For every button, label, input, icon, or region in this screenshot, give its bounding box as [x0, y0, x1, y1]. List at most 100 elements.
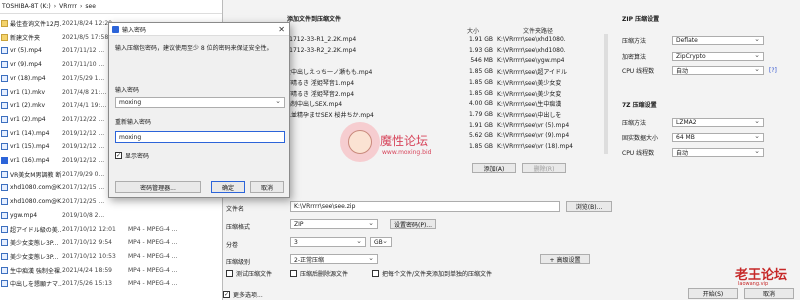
browse-button[interactable]: 浏览(B)...	[566, 201, 612, 212]
video-file-icon	[1, 239, 8, 247]
file-date: 2017/10/12 12:01	[62, 225, 116, 233]
dialog-cancel-button[interactable]: 取消	[250, 181, 284, 193]
more-options-label: 更多选项...	[233, 292, 263, 299]
repeat-password-input[interactable]: moxing	[115, 131, 285, 143]
file-row[interactable]: 超アイドル級の美... 2017/10/12 12:01 MP4 - MPEG-4 …	[0, 224, 222, 235]
add-button[interactable]: 添加(A)	[472, 163, 516, 173]
7z-cpu-select[interactable]: 自动	[672, 147, 764, 157]
list-scrollbar[interactable]	[604, 34, 608, 154]
file-row[interactable]: ygw.mp4 2019/10/8 2...	[0, 210, 222, 221]
level-select[interactable]: 2-正常压缩	[290, 254, 378, 264]
forum-watermark: 魔性论坛 www.moxing.bid	[340, 122, 460, 192]
file-date: 2017/10/12 9:54	[62, 239, 112, 247]
zip-cpu-label: CPU 线程数	[622, 68, 655, 75]
7z-method-select[interactable]: LZMA2	[672, 117, 764, 127]
format-select[interactable]: ZIP	[290, 219, 378, 229]
chevron-right-icon: ›	[80, 3, 83, 10]
dialog-ok-button[interactable]: 确定	[211, 181, 245, 193]
password-dialog: 输入密码 ✕ 输入压缩包密码，建议使用至少 8 位的密码来保证安全性。 输入密码…	[108, 22, 290, 198]
column-size[interactable]: 大小	[467, 26, 479, 35]
add-file-row[interactable]: 人並精孕ませSEX 桜井ちか.mp4 1.79 GB K:\VRrrrr\see\中…	[285, 110, 605, 119]
separate-archive-label: 把每个文件/文件夹添加到单独的压缩文件	[382, 271, 493, 278]
add-file-path: K:\VRrrrr\see\超アイドル	[497, 69, 568, 77]
more-options-checkbox[interactable]: ✓ 更多选项...	[223, 290, 263, 299]
breadcrumb-drive[interactable]: TOSHIBA-8T (K:)	[2, 3, 51, 10]
zip-method-select[interactable]: Deflate	[672, 35, 764, 45]
file-name: VR美女M男調教 断...	[10, 171, 62, 179]
add-file-path: K:\VRrrrr\see\vr (18).mp4	[497, 143, 573, 150]
chevron-right-icon: ›	[53, 3, 57, 10]
file-name: xhd1080.com@K...	[10, 198, 62, 206]
volume-size-input[interactable]: 3	[290, 237, 366, 247]
add-file-name: 強制中出しSEX.mp4	[285, 101, 343, 109]
video-file-icon	[1, 61, 8, 69]
zip-cpu-select[interactable]: 自动	[672, 65, 764, 75]
format-label: 压缩格式	[226, 224, 251, 231]
7z-dict-label: 固实数据大小	[622, 135, 659, 142]
file-name: 美少女変態レ3P...	[10, 253, 59, 261]
7z-cpu-label: CPU 线程数	[622, 150, 655, 157]
dialog-titlebar[interactable]: 输入密码	[109, 23, 289, 36]
add-file-name: 市晴るき 淫姫琴音1.mp4	[285, 79, 355, 87]
file-name: 美少女変態レ3P...	[10, 240, 59, 248]
file-row[interactable]: 中出しを懇願ナマ... 2017/5/26 15:13 MP4 - MPEG-4 .…	[0, 278, 222, 289]
breadcrumb-folder[interactable]: VRrrrr	[59, 3, 77, 10]
checkbox-icon	[372, 270, 379, 277]
watermark-text: 魔性论坛	[380, 134, 429, 148]
breadcrumb[interactable]: TOSHIBA-8T (K:) › VRrrrr › see	[0, 0, 222, 14]
start-button[interactable]: 开始(S)	[688, 288, 738, 299]
level-label: 压缩级别	[226, 259, 251, 266]
add-file-row[interactable]: 市晴るき 淫姫琴音2.mp4 1.85 GB K:\VRrrrr\see\美少女変	[285, 89, 605, 98]
video-file-icon	[1, 198, 8, 206]
add-file-name: 市晴るき 淫姫琴音2.mp4	[285, 90, 355, 98]
file-row[interactable]: 生中痴漢 強制全裸... 2021/4/24 18:59 MP4 - MPEG-4 …	[0, 265, 222, 276]
cancel-button[interactable]: 取消	[744, 288, 794, 299]
add-file-row[interactable]: 市晴るき 淫姫琴音1.mp4 1.85 GB K:\VRrrrr\see\美少女変	[285, 78, 605, 87]
separate-archive-checkbox[interactable]: 把每个文件/文件夹添加到单独的压缩文件	[372, 269, 492, 278]
file-row[interactable]: 美少女変態レ3P... 2017/10/12 10:53 MP4 - MPEG-4 …	[0, 251, 222, 262]
add-file-size: 1.91 GB	[468, 36, 493, 43]
add-file-row[interactable]: 546 MB K:\VRrrrr\see\ygw.mp4	[285, 56, 605, 65]
7z-dict-select[interactable]: 64 MB	[672, 132, 764, 142]
add-file-size: 546 MB	[470, 57, 493, 65]
folder-icon	[1, 20, 8, 27]
video-file-icon	[1, 115, 8, 123]
add-file-row[interactable]: 強制中出しSEX.mp4 4.00 GB K:\VRrrrr\see\生中痴漢	[285, 99, 605, 108]
add-file-path: K:\VRrrrr\see\xhd1080.	[497, 46, 566, 54]
add-file-row[interactable]: 女中出しえっち一ノ瀬もも.mp4 1.85 GB K:\VRrrrr\see\超アイ…	[285, 67, 605, 76]
add-file-path: K:\VRrrrr\see\xhd1080.	[497, 36, 566, 43]
show-password-checkbox[interactable]: ✓ 显示密码	[115, 151, 149, 160]
checkbox-icon	[226, 270, 233, 277]
video-file-icon	[1, 102, 8, 110]
file-name: vr1 (15).mp4	[10, 143, 50, 151]
zip-method-label: 压缩方法	[622, 38, 647, 45]
zip-settings-title: ZIP 压缩设置	[622, 16, 660, 23]
file-name: vr1 (2).mp4	[10, 115, 46, 123]
video-file-icon	[1, 88, 8, 96]
file-name: 新建文件夹	[10, 34, 41, 42]
volume-unit-select[interactable]: GB	[370, 237, 392, 247]
checkbox-icon: ✓	[223, 290, 230, 298]
filename-input[interactable]: K:\VRrrrr\see\see.zip	[290, 201, 560, 212]
file-name: 中出しを懇願ナマ...	[10, 281, 62, 289]
password-label: 输入密码	[115, 87, 140, 94]
password-input[interactable]: moxing	[115, 97, 285, 108]
test-archive-checkbox[interactable]: 测试压缩文件	[226, 269, 272, 278]
help-link[interactable]: [?]	[769, 67, 777, 74]
file-row[interactable]: 美少女変態レ3P... 2017/10/12 9:54 MP4 - MPEG-4 .…	[0, 237, 222, 248]
remove-button[interactable]: 删除(R)	[522, 163, 566, 173]
file-name: xhd1080.com@K...	[10, 184, 62, 192]
mascot-face-icon	[348, 130, 372, 154]
delete-source-checkbox[interactable]: 压缩后删除源文件	[290, 269, 348, 278]
add-file-row[interactable]: R1712-33-R1_2.2K.mp4 1.91 GB K:\VRrrrr\see…	[285, 35, 605, 44]
column-path[interactable]: 文件夹路径	[523, 26, 553, 35]
password-manager-button[interactable]: 密码管理器...	[115, 181, 201, 193]
zip-encrypt-select[interactable]: ZipCrypto	[672, 51, 764, 61]
breadcrumb-current[interactable]: see	[85, 3, 96, 10]
close-icon[interactable]: ✕	[278, 25, 285, 34]
add-file-size: 5.62 GB	[468, 132, 493, 140]
add-file-row[interactable]: R1712-33-R2_2.2K.mp4 1.93 GB K:\VRrrrr\see…	[285, 46, 605, 55]
file-name: 超アイドル級の美...	[10, 226, 62, 234]
set-password-button[interactable]: 设置密码(P)...	[390, 219, 436, 229]
advanced-settings-button[interactable]: + 高级设置	[540, 254, 590, 264]
